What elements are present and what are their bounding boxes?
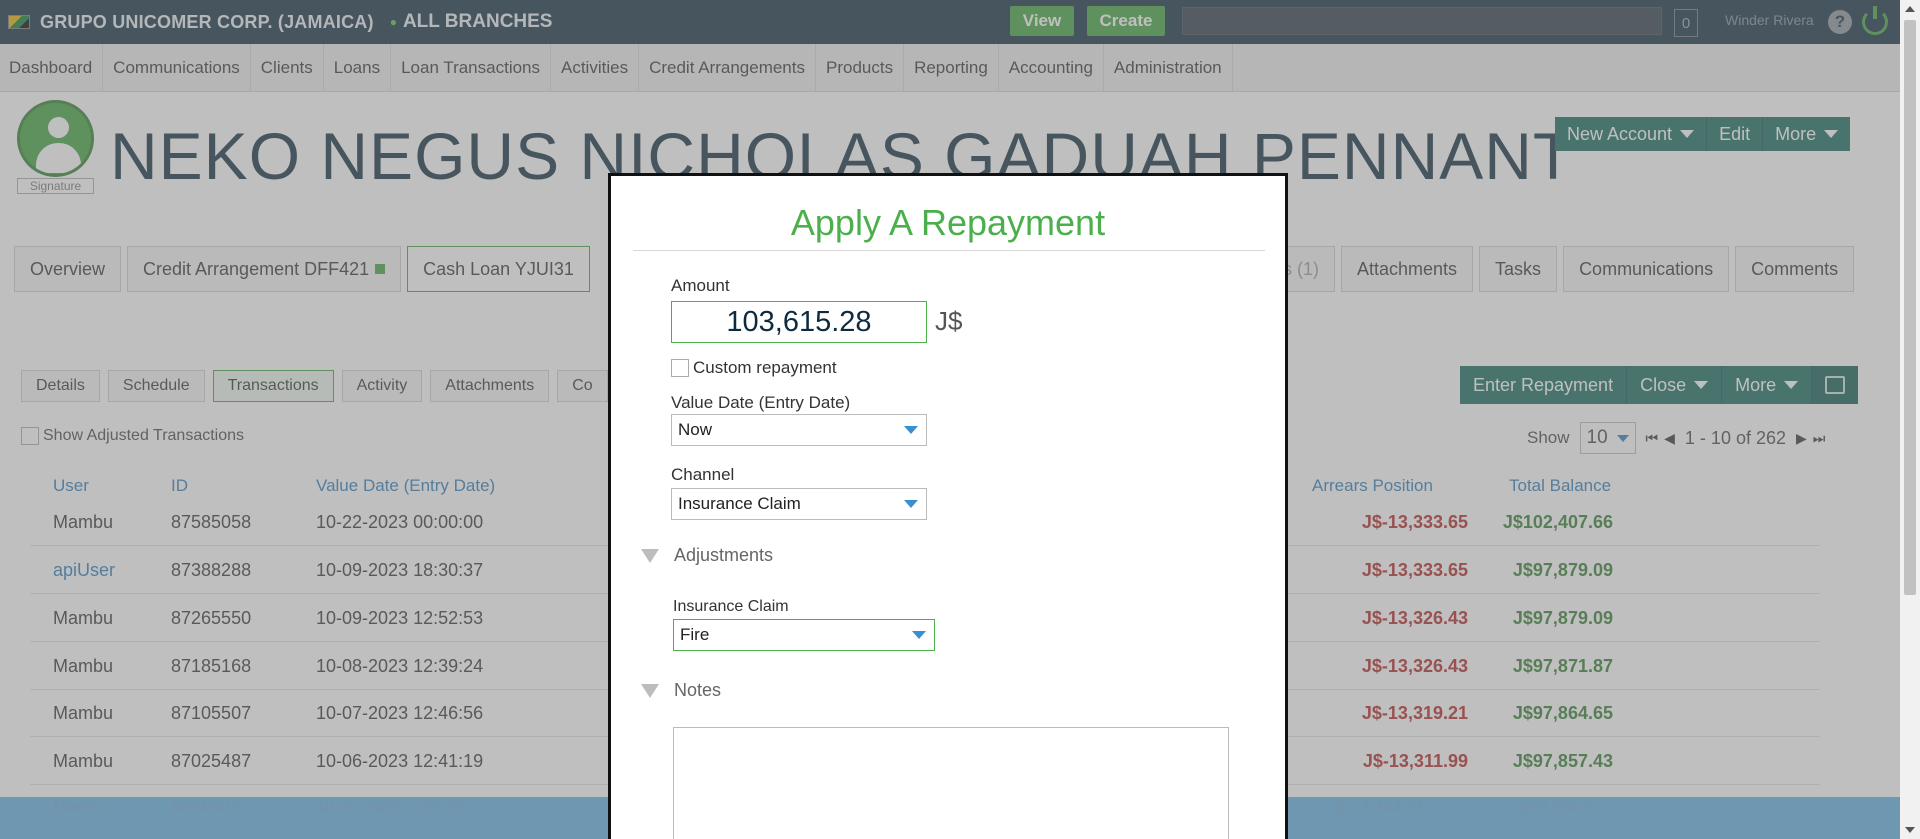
adjustments-section-toggle[interactable]: Adjustments: [641, 545, 773, 566]
channel-label: Channel: [671, 465, 735, 484]
cell-id: 86945019: [171, 799, 243, 816]
chevron-down-icon: [904, 426, 918, 434]
chevron-down-icon: [904, 500, 918, 508]
notes-textarea[interactable]: [673, 727, 1229, 839]
value-date-label: Value Date (Entry Date): [671, 393, 851, 412]
scroll-thumb[interactable]: [1904, 20, 1916, 595]
dialog-title: Apply A Repayment: [790, 202, 1106, 243]
channel-selected: Insurance Claim: [678, 494, 801, 513]
currency-label: J$: [935, 306, 963, 336]
custom-repayment-checkbox[interactable]: [671, 359, 689, 377]
title-divider: [633, 250, 1265, 251]
collapse-triangle-icon: [641, 548, 659, 563]
cell-arrears: J$-13,304.77: [1330, 799, 1424, 816]
value-date-selected: Now: [678, 420, 713, 439]
notes-section-toggle[interactable]: Notes: [641, 680, 721, 701]
custom-repayment-label: Custom repayment: [693, 358, 837, 377]
page-scrollbar[interactable]: [1900, 0, 1920, 839]
chevron-down-icon: [912, 631, 926, 639]
cell-user: Mambu: [53, 799, 107, 816]
apply-repayment-dialog: Apply A Repayment Amount 103,615.28 J$ C…: [608, 173, 1288, 839]
amount-input[interactable]: 103,615.28: [671, 301, 927, 343]
value-date-select[interactable]: Now: [671, 414, 927, 446]
adjustments-label: Adjustments: [674, 545, 774, 565]
scroll-up-arrow-icon[interactable]: [1905, 6, 1915, 12]
notes-label: Notes: [674, 680, 722, 700]
amount-label: Amount: [671, 276, 730, 295]
cell-total-balance: J$97,850.21: [1514, 799, 1603, 816]
insurance-claim-label: Insurance Claim: [673, 598, 789, 615]
custom-repayment-toggle[interactable]: Custom repayment: [671, 358, 837, 378]
channel-select[interactable]: Insurance Claim: [671, 488, 927, 520]
cell-date: 10-05-2023 12:02:52: [316, 799, 465, 816]
scroll-down-arrow-icon[interactable]: [1905, 827, 1915, 833]
insurance-claim-selected: Fire: [680, 625, 710, 644]
collapse-triangle-icon: [641, 683, 659, 698]
insurance-claim-select[interactable]: Fire: [673, 619, 935, 651]
